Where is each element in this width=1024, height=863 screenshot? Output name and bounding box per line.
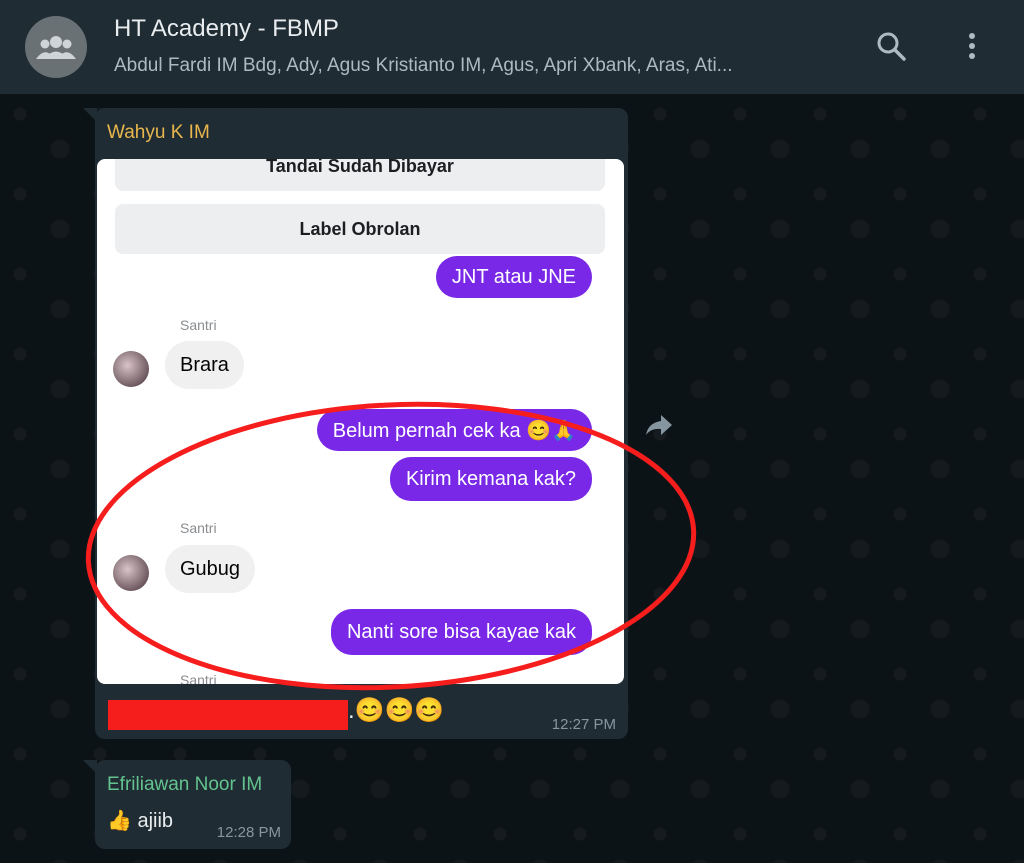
chat-label-button: Label Obrolan bbox=[115, 204, 605, 254]
forward-icon[interactable] bbox=[642, 408, 676, 442]
received-message: Brara bbox=[165, 341, 244, 389]
message-bubble[interactable]: Efriliawan Noor IM 👍 ajiib 12:28 PM bbox=[83, 760, 291, 849]
mark-paid-button: Tandai Sudah Dibayar bbox=[115, 159, 605, 191]
message-image[interactable]: Tandai Sudah Dibayar Label Obrolan JNT a… bbox=[97, 159, 624, 684]
group-members[interactable]: Abdul Fardi IM Bdg, Ady, Agus Kristianto… bbox=[114, 55, 834, 77]
redaction-bar bbox=[108, 700, 348, 730]
sent-message: JNT atau JNE bbox=[435, 256, 592, 298]
group-avatar-icon[interactable] bbox=[25, 16, 87, 78]
message-bubble[interactable]: Wahyu K IM Tandai Sudah Dibayar Label Ob… bbox=[83, 108, 628, 739]
message-time: 12:28 PM bbox=[216, 824, 281, 841]
sent-message: Belum pernah cek ka 😊🙏 bbox=[316, 409, 592, 451]
message-text: 👍 ajiib bbox=[107, 810, 174, 832]
message-caption: .😊😊😊 bbox=[348, 697, 445, 724]
chat-header[interactable]: HT Academy - FBMP Abdul Fardi IM Bdg, Ad… bbox=[0, 0, 1024, 94]
contact-name: Santri bbox=[180, 520, 217, 536]
contact-name: Santri bbox=[180, 672, 217, 684]
contact-name: Santri bbox=[180, 317, 217, 333]
chat-title[interactable]: HT Academy - FBMP bbox=[114, 15, 339, 43]
more-options-icon[interactable] bbox=[950, 24, 994, 68]
contact-avatar bbox=[113, 351, 149, 387]
sender-name[interactable]: Wahyu K IM bbox=[107, 122, 210, 144]
received-message: Gubug bbox=[165, 545, 256, 593]
sent-message: Kirim kemana kak? bbox=[389, 457, 592, 501]
search-icon[interactable] bbox=[869, 24, 913, 68]
sender-name[interactable]: Efriliawan Noor IM bbox=[107, 774, 262, 796]
sent-message: Nanti sore bisa kayae kak bbox=[330, 609, 592, 655]
contact-avatar bbox=[113, 555, 149, 591]
message-time: 12:27 PM bbox=[551, 716, 616, 733]
